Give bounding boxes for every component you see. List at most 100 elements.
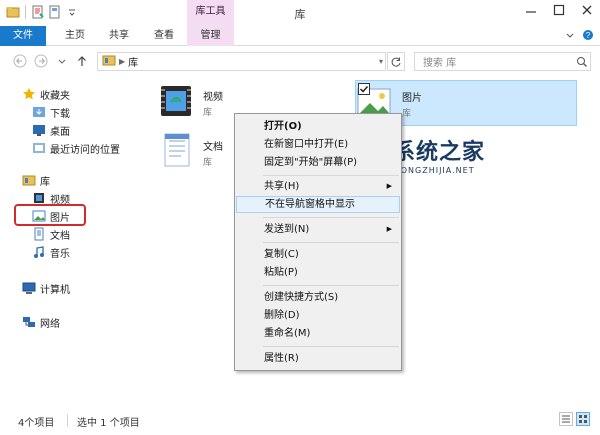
nav-item-favorites[interactable]: 收藏夹: [22, 86, 70, 102]
music-icon: [32, 245, 46, 259]
title-bar: 库工具 库: [0, 0, 600, 26]
menu-item-label: 共享(H): [264, 181, 300, 192]
menu-item-label: 发送到(N): [264, 224, 310, 235]
menu-item-share[interactable]: 共享(H) ▶: [236, 178, 400, 195]
search-box[interactable]: 搜索 库: [414, 52, 591, 71]
nav-item-network[interactable]: 网络: [22, 314, 60, 330]
tab-manage[interactable]: 管理: [187, 26, 234, 46]
nav-item-downloads[interactable]: 下载: [32, 104, 70, 120]
libraries-icon: [22, 173, 36, 187]
new-folder-icon[interactable]: [48, 5, 62, 19]
tile-name: 视频: [203, 92, 223, 103]
customize-toolbar-icon[interactable]: [65, 5, 79, 19]
context-menu: 打开(O) 在新窗口中打开(E) 固定到"开始"屏幕(P) 共享(H) ▶ 不在…: [234, 113, 402, 371]
back-icon[interactable]: [12, 53, 28, 69]
nav-label: 库: [40, 176, 50, 188]
menu-item-hide-from-nav-pane[interactable]: 不在导航窗格中显示: [236, 196, 400, 213]
checkbox-checked-icon: [358, 83, 370, 95]
folder-icon[interactable]: [6, 5, 20, 19]
menu-item-properties[interactable]: 属性(R): [236, 350, 400, 367]
desktop-icon: [32, 123, 46, 137]
navigation-pane: 收藏夹 下载 桌面 最近访问的位置 库 视频 图片 文档 音乐 计算机 网络: [0, 76, 140, 406]
menu-item-open-new-window[interactable]: 在新窗口中打开(E): [236, 136, 400, 153]
recent-places-icon: [32, 141, 46, 155]
computer-icon: [22, 281, 36, 295]
breadcrumb-chevron-icon[interactable]: ▶: [119, 57, 125, 66]
menu-item-send-to[interactable]: 发送到(N) ▶: [236, 221, 400, 238]
tile-subtitle: 库: [203, 108, 213, 118]
nav-label: 计算机: [40, 284, 70, 296]
nav-label: 文档: [50, 230, 70, 242]
menu-separator: [263, 242, 399, 243]
nav-label: 网络: [40, 318, 60, 330]
menu-item-rename[interactable]: 重命名(M): [236, 325, 400, 342]
menu-item-create-shortcut[interactable]: 创建快捷方式(S): [236, 289, 400, 306]
nav-item-computer[interactable]: 计算机: [22, 280, 70, 296]
window-title: 库: [294, 8, 306, 21]
help-icon[interactable]: ?: [582, 29, 594, 44]
tile-name: 文档: [203, 142, 223, 153]
status-selected-count: 选中 1 个项目: [77, 418, 140, 429]
close-icon[interactable]: [580, 3, 594, 17]
window-controls: [524, 3, 594, 17]
svg-text:?: ?: [586, 31, 591, 40]
menu-item-copy[interactable]: 复制(C): [236, 246, 400, 263]
breadcrumb-library[interactable]: 库: [128, 54, 138, 69]
nav-label: 下载: [50, 108, 70, 120]
refresh-button[interactable]: [387, 52, 405, 71]
submenu-arrow-icon: ▶: [386, 225, 392, 233]
address-dropdown-icon[interactable]: ▾: [379, 57, 383, 66]
document-icon: [32, 227, 46, 241]
menu-item-delete[interactable]: 删除(D): [236, 307, 400, 324]
ribbon-tab-bar: 文件 主页 共享 查看 管理 ?: [0, 26, 600, 46]
details-view-icon[interactable]: [559, 412, 573, 426]
refresh-icon: [391, 57, 401, 67]
expand-ribbon-icon[interactable]: [564, 29, 576, 44]
tiles-view-icon[interactable]: [576, 412, 590, 426]
nav-item-libraries[interactable]: 库: [22, 172, 50, 188]
tab-share[interactable]: 共享: [100, 26, 138, 46]
document-library-icon: [157, 130, 197, 170]
nav-item-desktop[interactable]: 桌面: [32, 122, 70, 138]
submenu-arrow-icon: ▶: [386, 182, 392, 190]
video-icon: [32, 191, 46, 205]
up-icon[interactable]: [74, 53, 90, 69]
menu-separator: [263, 346, 399, 347]
nav-item-documents[interactable]: 文档: [32, 226, 70, 242]
view-switcher: [559, 412, 590, 426]
status-separator: [67, 414, 68, 427]
maximize-icon[interactable]: [552, 3, 566, 17]
tab-home[interactable]: 主页: [56, 26, 94, 46]
properties-icon[interactable]: [31, 5, 45, 19]
address-toolbar: ▶ 库 ▾ 搜索 库: [0, 47, 600, 75]
menu-item-open[interactable]: 打开(O): [236, 118, 400, 135]
search-input[interactable]: 搜索 库: [423, 54, 574, 69]
menu-separator: [263, 285, 399, 286]
menu-separator: [263, 175, 399, 176]
annotation-highlight-box: [14, 204, 86, 226]
recent-locations-icon[interactable]: [54, 53, 70, 69]
toolbar-separator: [25, 5, 26, 19]
quick-access-toolbar: [6, 5, 79, 19]
tab-view[interactable]: 查看: [145, 26, 183, 46]
contextual-tab-group-label: 库工具: [187, 0, 234, 26]
tile-subtitle: 库: [402, 109, 412, 119]
tile-name: 图片: [402, 93, 422, 104]
status-item-count: 4个项目: [18, 418, 55, 429]
star-icon: [22, 87, 36, 101]
ribbon-controls: ?: [564, 29, 594, 44]
search-icon[interactable]: [574, 56, 590, 68]
menu-item-pin-to-start[interactable]: 固定到"开始"屏幕(P): [236, 154, 400, 171]
nav-label: 桌面: [50, 126, 70, 138]
nav-label: 收藏夹: [40, 90, 70, 102]
video-library-icon: [157, 80, 197, 120]
minimize-icon[interactable]: [524, 3, 538, 17]
nav-item-music[interactable]: 音乐: [32, 244, 70, 260]
nav-item-recent-places[interactable]: 最近访问的位置: [32, 140, 120, 156]
status-bar: 4个项目 选中 1 个项目: [0, 406, 600, 435]
menu-item-paste[interactable]: 粘贴(P): [236, 264, 400, 281]
tab-file[interactable]: 文件: [0, 26, 46, 46]
tile-subtitle: 库: [203, 158, 213, 168]
forward-icon[interactable]: [33, 53, 49, 69]
address-bar[interactable]: ▶ 库 ▾: [97, 52, 386, 71]
